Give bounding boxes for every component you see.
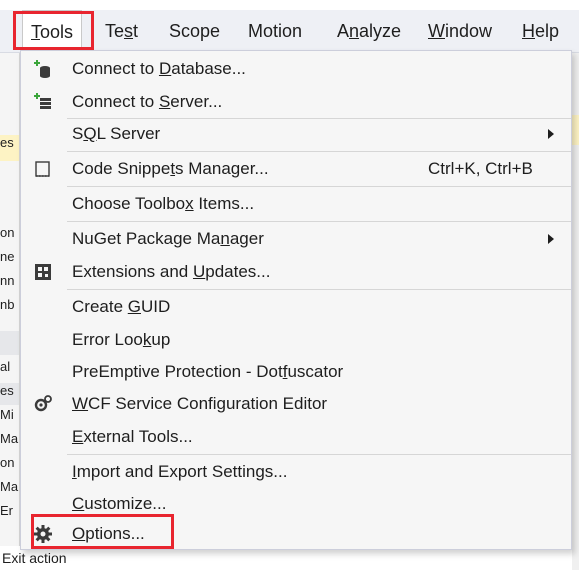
menu-item-import-and-export-settings[interactable]: Import and Export Settings... [21,455,571,489]
connect-database-icon [33,59,53,79]
background-row: nb [0,297,15,312]
menu-window[interactable]: Window [428,10,492,53]
menu-item-wcf-service-configuration-editor[interactable]: WCF Service Configuration Editor [21,387,571,421]
background-row: on [0,455,15,470]
background-row: ne [0,249,15,264]
background-row: Er [0,503,13,518]
connect-server-icon [33,92,53,112]
menu-motion[interactable]: Motion [248,10,302,53]
menu-item-options[interactable]: Options... [21,517,571,551]
tools-dropdown-menu: Connect to Database... Connect to Server… [20,50,572,550]
background-row: Mi [0,407,14,422]
background-row [0,331,19,355]
submenu-arrow-icon [548,129,554,139]
menu-tools[interactable]: Tools [22,10,83,53]
menu-item-connect-to-server[interactable]: Connect to Server... [21,85,571,119]
extensions-icon [33,262,53,282]
menu-item-code-snippets-manager[interactable]: Code Snippets Manager... Ctrl+K, Ctrl+B [21,152,571,186]
submenu-arrow-icon [548,234,554,244]
background-window-panel: es on ne nn nb al es Mi Ma on Ma Er [0,53,20,570]
background-right-edge [572,53,579,570]
background-row: nn [0,273,15,288]
wcf-config-icon [33,394,53,414]
menu-scope[interactable]: Scope [169,10,220,53]
background-row: on [0,225,15,240]
background-row: Ma [0,479,19,494]
menu-item-customize[interactable]: Customize... [21,487,571,521]
background-row: es [0,383,19,405]
background-row: es [0,135,19,161]
gear-icon [33,524,53,544]
menu-test[interactable]: Test [105,10,138,53]
menu-item-external-tools[interactable]: External Tools... [21,420,571,454]
menu-item-sql-server[interactable]: SQL Server [21,117,571,151]
shortcut-label: Ctrl+K, Ctrl+B [428,159,533,178]
code-snippets-icon [33,159,53,179]
background-row: Ma [0,431,19,446]
menu-item-extensions-and-updates[interactable]: Extensions and Updates... [21,255,571,289]
menu-item-nuget-package-manager[interactable]: NuGet Package Manager [21,222,571,256]
menu-bar: Tools Test Scope Motion Analyze Window H… [0,10,579,53]
menu-analyze[interactable]: Analyze [337,10,401,53]
menu-item-error-lookup[interactable]: Error Lookup [21,323,571,357]
menu-help[interactable]: Help [522,10,559,53]
menu-item-create-guid[interactable]: Create GUID [21,290,571,324]
menu-item-choose-toolbox-items[interactable]: Choose Toolbox Items... [21,187,571,221]
menu-item-preemptive-protection-dotfuscator[interactable]: PreEmptive Protection - Dotfuscator [21,355,571,389]
background-row: al [0,359,11,374]
menu-item-connect-to-database[interactable]: Connect to Database... [21,52,571,86]
